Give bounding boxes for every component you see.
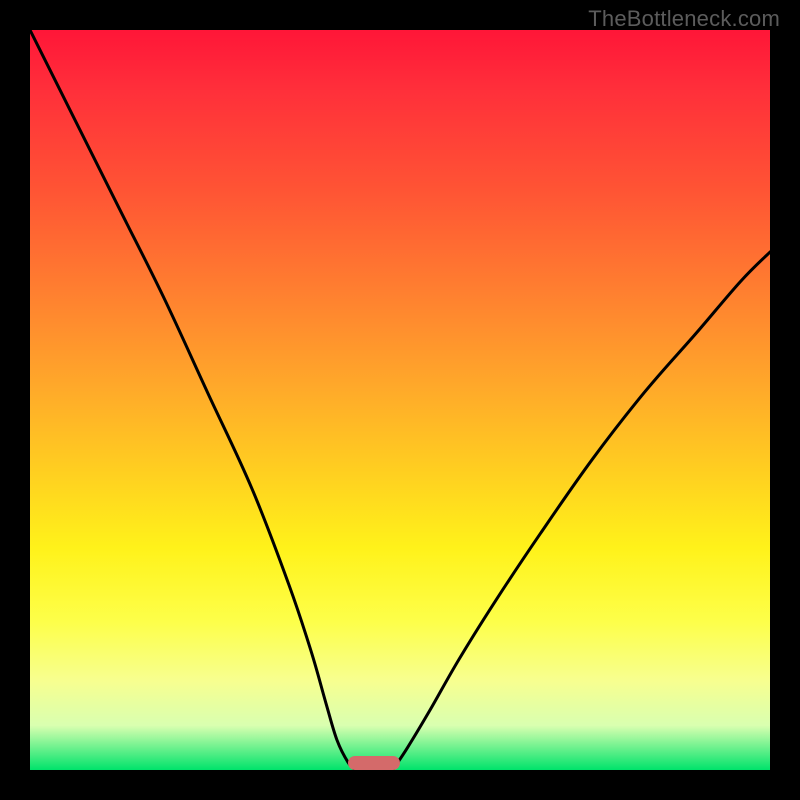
- watermark-text: TheBottleneck.com: [588, 6, 780, 32]
- optimal-marker: [348, 756, 400, 770]
- curve-left: [30, 30, 356, 770]
- chart-container: TheBottleneck.com: [0, 0, 800, 800]
- curves-svg: [30, 30, 770, 770]
- curve-right: [393, 252, 770, 770]
- plot-area: [30, 30, 770, 770]
